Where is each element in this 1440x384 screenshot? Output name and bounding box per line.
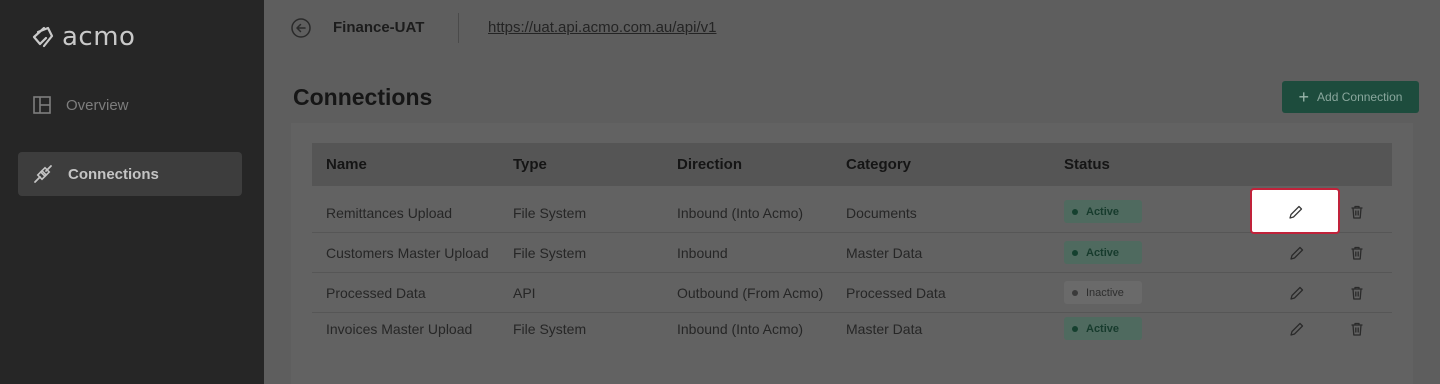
trash-icon	[1351, 322, 1363, 336]
status-badge: Active	[1064, 317, 1142, 340]
delete-button[interactable]	[1347, 202, 1367, 222]
status-label: Active	[1086, 246, 1120, 259]
plus-icon: +	[1298, 87, 1310, 107]
header-divider	[458, 13, 459, 43]
status-dot-icon	[1072, 289, 1078, 296]
status-label: Active	[1086, 322, 1120, 335]
cell-name: Processed Data	[326, 285, 426, 301]
pencil-icon	[1290, 322, 1304, 336]
sidebar-item-overview[interactable]: Overview	[18, 83, 242, 127]
column-header-status[interactable]: Status	[1064, 156, 1110, 173]
sidebar: acmo Overview Connections	[0, 0, 264, 384]
cell-category: Documents	[846, 205, 917, 221]
table-row[interactable]: Invoices Master Upload File System Inbou…	[312, 313, 1392, 349]
topbar: Finance-UAT https://uat.api.acmo.com.au/…	[264, 0, 1440, 56]
page-title: Connections	[293, 84, 433, 110]
cell-direction: Outbound (From Acmo)	[677, 285, 824, 301]
status-dot-icon	[1072, 325, 1078, 332]
cell-direction: Inbound (Into Acmo)	[677, 321, 804, 337]
back-button[interactable]	[291, 18, 311, 38]
cell-category: Master Data	[846, 321, 923, 337]
delete-button[interactable]	[1347, 319, 1367, 339]
back-arrow-icon	[291, 18, 311, 38]
edit-button[interactable]	[1287, 319, 1307, 339]
delete-button[interactable]	[1347, 283, 1367, 303]
add-connection-label: Add Connection	[1317, 90, 1403, 104]
cell-category: Processed Data	[846, 285, 946, 301]
edit-button-highlighted[interactable]	[1250, 188, 1340, 234]
status-dot-icon	[1072, 249, 1078, 256]
pencil-icon	[1290, 286, 1304, 300]
sidebar-item-label: Connections	[68, 165, 159, 183]
add-connection-button[interactable]: + Add Connection	[1282, 81, 1419, 113]
column-header-category[interactable]: Category	[846, 156, 911, 173]
logo-text: acmo	[62, 22, 136, 52]
cell-name: Customers Master Upload	[326, 245, 489, 261]
layout-icon	[33, 96, 51, 114]
delete-button[interactable]	[1347, 243, 1367, 263]
cell-direction: Inbound (Into Acmo)	[677, 205, 804, 221]
column-header-direction[interactable]: Direction	[677, 156, 742, 173]
cell-type: File System	[513, 205, 587, 221]
acmo-logo-icon	[32, 26, 54, 48]
trash-icon	[1351, 286, 1363, 300]
cell-name: Remittances Upload	[326, 205, 453, 221]
status-label: Inactive	[1086, 286, 1124, 299]
cell-direction: Inbound	[677, 245, 728, 261]
pencil-icon	[1290, 246, 1304, 260]
status-badge: Inactive	[1064, 281, 1142, 304]
status-badge: Active	[1064, 241, 1142, 264]
table-row[interactable]: Processed Data API Outbound (From Acmo) …	[312, 273, 1392, 313]
status-badge: Active	[1064, 200, 1142, 223]
environment-url-link[interactable]: https://uat.api.acmo.com.au/api/v1	[488, 19, 716, 36]
trash-icon	[1351, 205, 1363, 219]
environment-name: Finance-UAT	[333, 19, 425, 36]
edit-button[interactable]	[1287, 243, 1307, 263]
column-header-type[interactable]: Type	[513, 156, 547, 173]
table-row[interactable]: Customers Master Upload File System Inbo…	[312, 233, 1392, 273]
cell-type: API	[513, 285, 536, 301]
cell-category: Master Data	[846, 245, 923, 261]
sidebar-item-connections[interactable]: Connections	[18, 152, 242, 196]
table-row[interactable]: Remittances Upload File System Inbound (…	[312, 186, 1392, 233]
cell-name: Invoices Master Upload	[326, 321, 473, 337]
table-header: Name Type Direction Category Status	[312, 143, 1392, 186]
sidebar-item-label: Overview	[66, 96, 129, 114]
status-dot-icon	[1072, 208, 1078, 215]
column-header-name[interactable]: Name	[326, 156, 367, 173]
cell-type: File System	[513, 321, 587, 337]
status-label: Active	[1086, 205, 1120, 218]
connections-table: Name Type Direction Category Status Remi…	[312, 143, 1392, 349]
connection-plug-icon	[34, 165, 52, 183]
edit-button[interactable]	[1287, 283, 1307, 303]
trash-icon	[1351, 246, 1363, 260]
pencil-icon	[1289, 205, 1303, 219]
app-logo[interactable]: acmo	[30, 22, 135, 52]
cell-type: File System	[513, 245, 587, 261]
